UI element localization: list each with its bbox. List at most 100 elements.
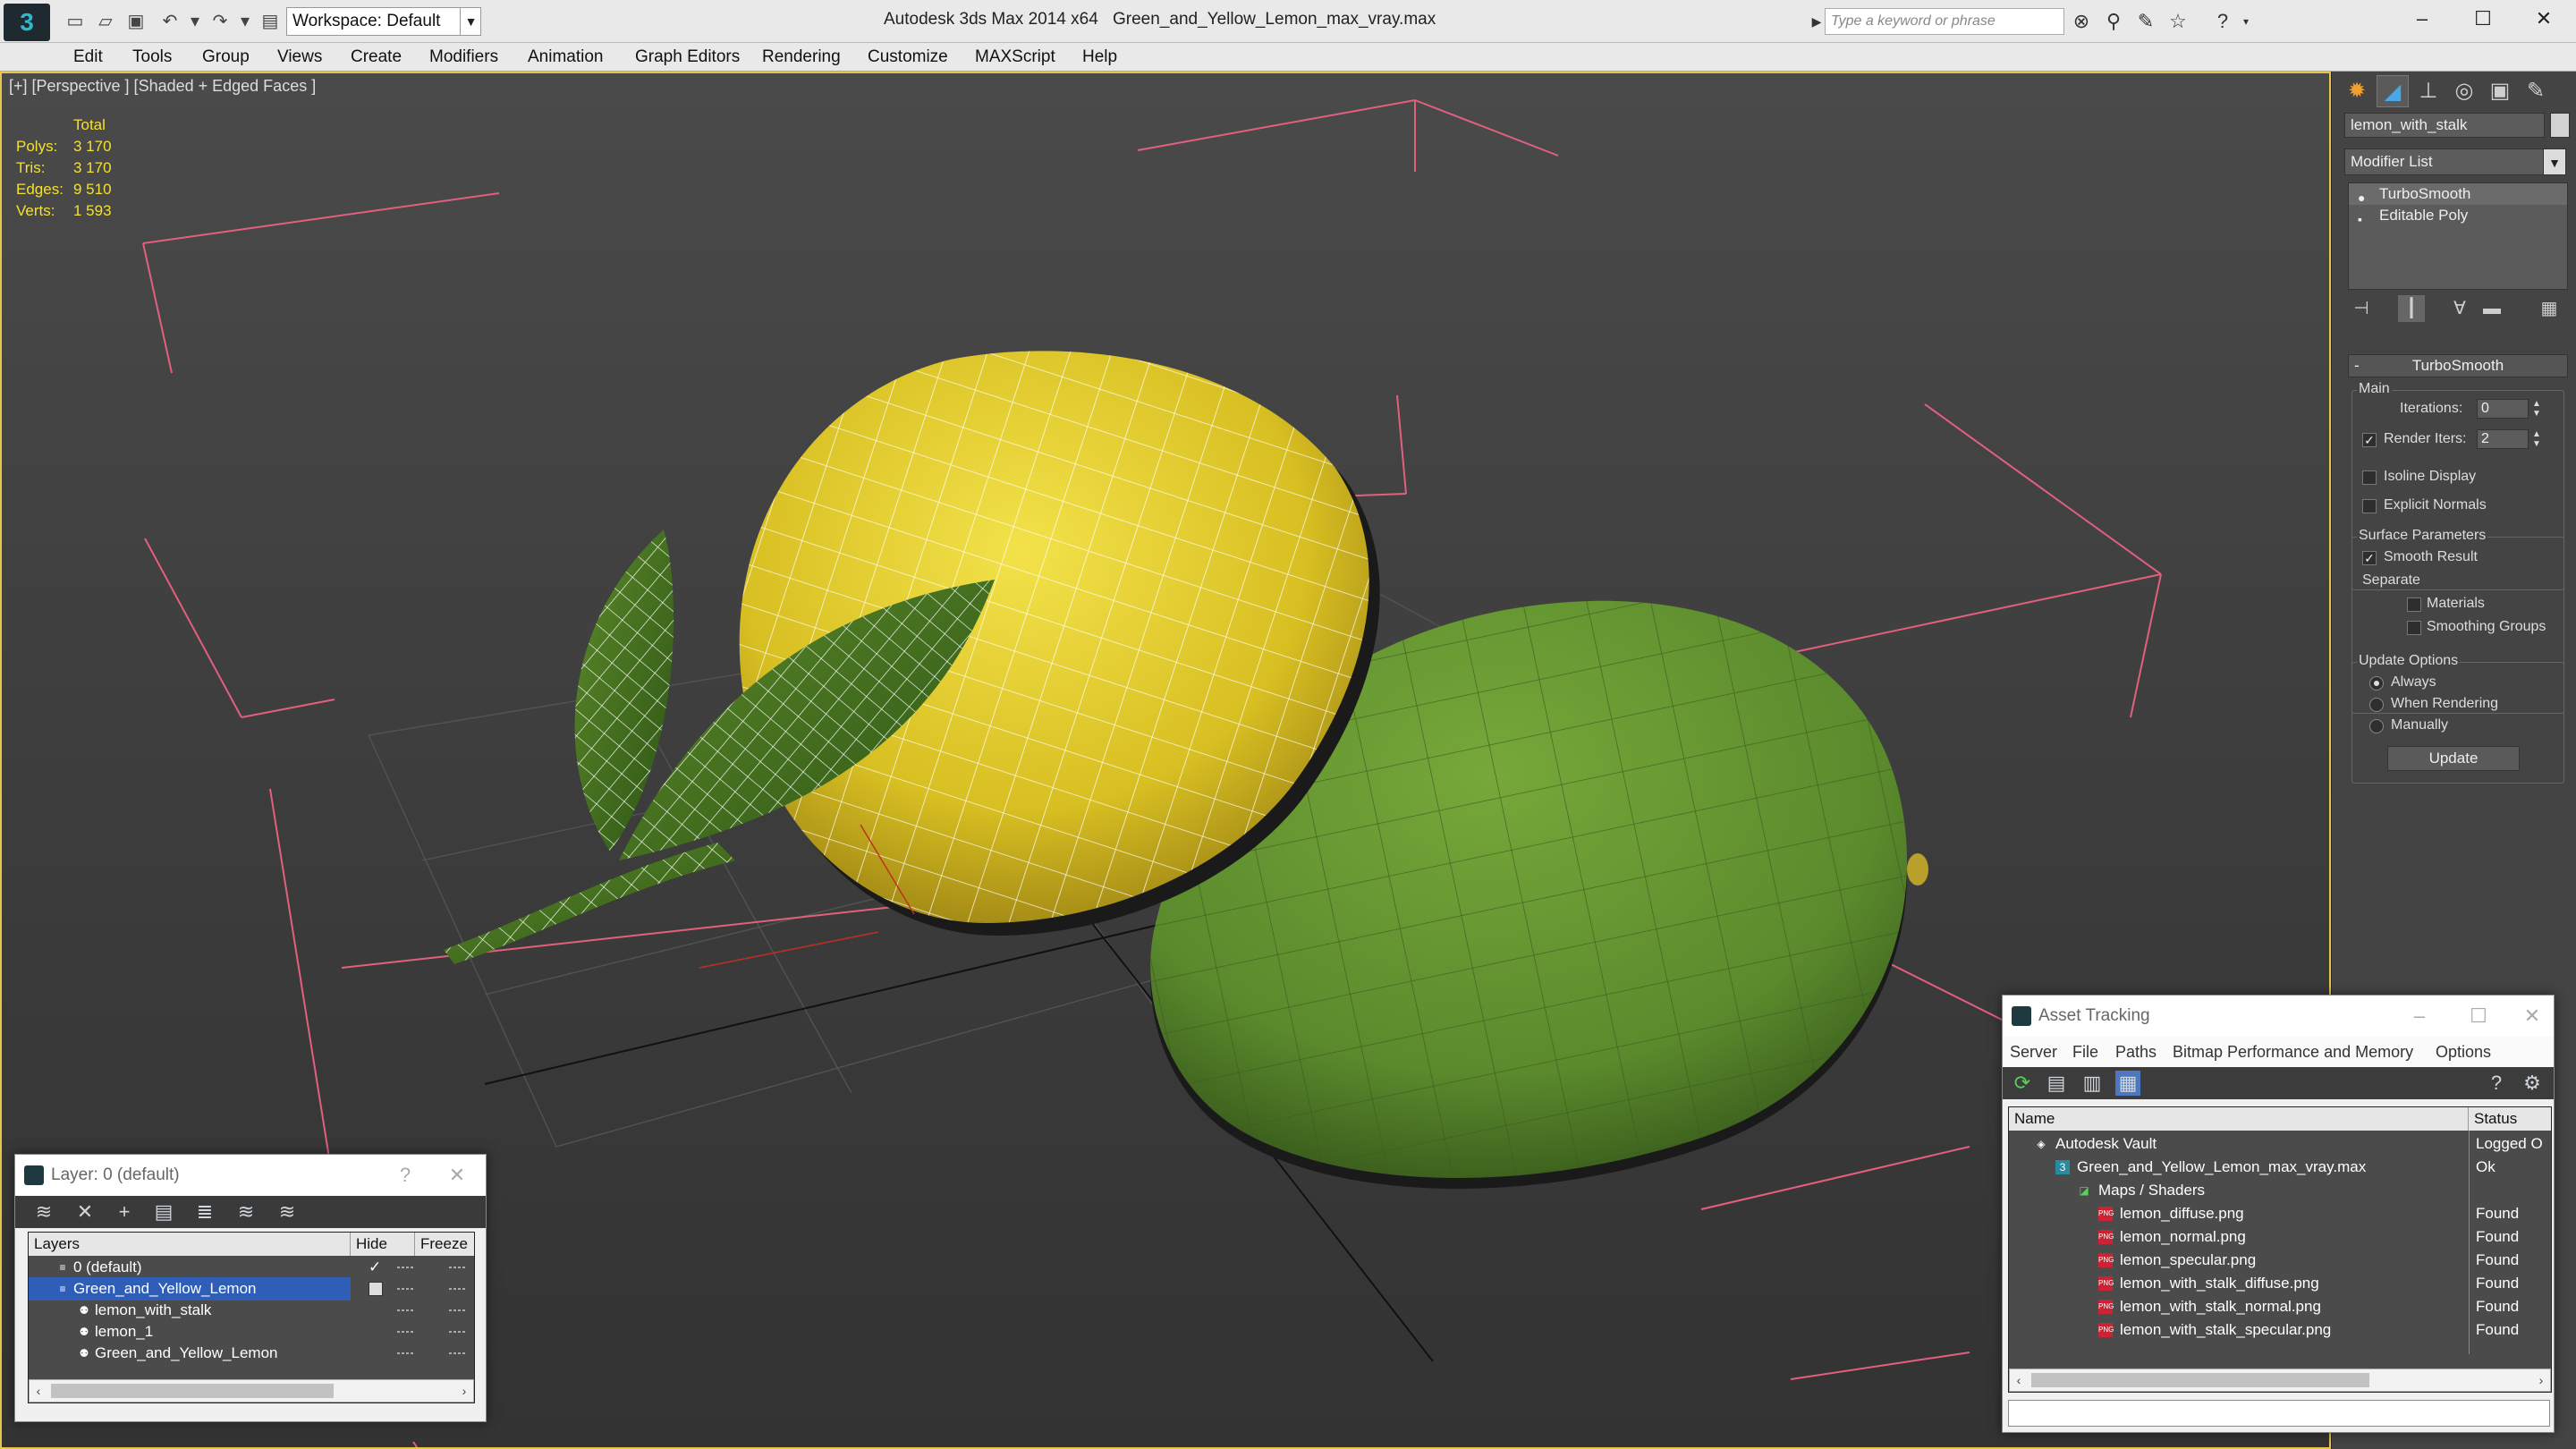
menu-animation[interactable]: Animation	[528, 43, 604, 72]
menu-graph-editors[interactable]: Graph Editors	[635, 43, 740, 72]
scroll-thumb[interactable]	[51, 1384, 334, 1398]
modifier-list-arrow-icon[interactable]: ▼	[2543, 148, 2566, 175]
hide-toggle[interactable]	[397, 1331, 415, 1333]
expand-plus-icon[interactable]: ▪	[2358, 208, 2362, 230]
project-folder-icon[interactable]: ▤	[258, 9, 283, 34]
isoline-display-checkbox[interactable]	[2362, 470, 2377, 485]
menu-edit[interactable]: Edit	[73, 43, 103, 72]
search-input[interactable]: Type a keyword or phrase	[1825, 8, 2064, 35]
new-file-icon[interactable]: ▭	[63, 9, 88, 34]
manually-radio[interactable]	[2369, 719, 2384, 733]
turbosmooth-rollout[interactable]: - TurboSmooth	[2348, 354, 2568, 377]
always-radio[interactable]	[2369, 676, 2384, 691]
layer-horizontal-scrollbar[interactable]: ‹ ›	[29, 1379, 474, 1402]
communication-icon[interactable]: ✎	[2132, 9, 2159, 34]
close-button[interactable]: ✕	[2515, 0, 2572, 39]
status-column-header[interactable]: Status	[2469, 1107, 2551, 1131]
menu-create[interactable]: Create	[351, 43, 402, 72]
asset-path-field[interactable]	[2008, 1400, 2550, 1427]
undo-dropdown-icon[interactable]: ▾	[182, 9, 208, 34]
stack-item-editable-poly[interactable]: ▪ Editable Poly	[2349, 205, 2567, 226]
hide-column-header[interactable]: Hide	[351, 1233, 415, 1256]
asset-menu-options[interactable]: Options	[2436, 1037, 2491, 1067]
current-layer-check-icon[interactable]: ✓	[369, 1256, 381, 1279]
freeze-toggle[interactable]	[449, 1309, 467, 1311]
redo-dropdown-icon[interactable]: ▾	[233, 9, 258, 34]
layer-row[interactable]: ⚉ Green_and_Yellow_Lemon	[29, 1342, 474, 1365]
asset-row[interactable]: PNG lemon_with_stalk_normal.png Found	[2009, 1295, 2551, 1318]
modifier-list-dropdown[interactable]: Modifier List	[2344, 148, 2559, 175]
layers-column-header[interactable]: Layers	[29, 1233, 351, 1256]
layer-help-button[interactable]: ?	[384, 1155, 427, 1196]
freeze-toggle[interactable]	[449, 1267, 467, 1268]
layer-row[interactable]: ≡ 0 (default) ✓	[29, 1256, 474, 1279]
open-file-icon[interactable]: ▱	[93, 9, 118, 34]
maximize-button[interactable]: ☐	[2454, 0, 2512, 39]
hide-toggle[interactable]	[397, 1352, 415, 1354]
smoothing-groups-checkbox[interactable]	[2407, 621, 2421, 635]
select-objects-icon[interactable]: ▤	[151, 1199, 176, 1224]
layer-row[interactable]: ⚉ lemon_with_stalk	[29, 1299, 474, 1322]
render-iters-spinner-icon[interactable]: ▲ ▼	[2530, 429, 2543, 449]
subscription-icon[interactable]: ⚲	[2100, 9, 2127, 34]
asset-menu-file[interactable]: File	[2072, 1037, 2098, 1067]
undo-icon[interactable]: ↶	[157, 9, 182, 34]
menu-maxscript[interactable]: MAXScript	[975, 43, 1055, 72]
when-rendering-radio[interactable]	[2369, 698, 2384, 712]
binoculars-icon[interactable]: ⊗	[2068, 9, 2095, 34]
display-tab-icon[interactable]: ▣	[2484, 75, 2516, 107]
asset-row[interactable]: ◈ Autodesk Vault Logged O	[2009, 1132, 2551, 1156]
stack-item-turbosmooth[interactable]: ● TurboSmooth	[2349, 183, 2567, 205]
name-column-header[interactable]: Name	[2009, 1107, 2469, 1131]
help-icon[interactable]: ?	[2484, 1071, 2509, 1096]
object-name-field[interactable]: lemon_with_stalk	[2344, 113, 2545, 138]
hide-toggle[interactable]	[397, 1288, 415, 1290]
scroll-right-icon[interactable]: ›	[455, 1380, 473, 1402]
utilities-tab-icon[interactable]: ✎	[2520, 75, 2552, 107]
menu-customize[interactable]: Customize	[868, 43, 948, 72]
materials-checkbox[interactable]	[2407, 597, 2421, 612]
motion-tab-icon[interactable]: ◎	[2448, 75, 2480, 107]
asset-horizontal-scrollbar[interactable]: ‹ ›	[2009, 1368, 2551, 1392]
asset-row[interactable]: PNG lemon_normal.png Found	[2009, 1225, 2551, 1249]
freeze-toggle[interactable]	[449, 1352, 467, 1354]
freeze-column-header[interactable]: Freeze	[415, 1233, 474, 1256]
layer-row[interactable]: ≡ Green_and_Yellow_Lemon	[29, 1277, 351, 1301]
menu-views[interactable]: Views	[277, 43, 322, 72]
iterations-spinner-icon[interactable]: ▲ ▼	[2530, 399, 2543, 419]
asset-row[interactable]: PNG lemon_with_stalk_diffuse.png Found	[2009, 1272, 2551, 1295]
asset-row[interactable]: PNG lemon_with_stalk_specular.png Found	[2009, 1318, 2551, 1342]
remove-modifier-icon[interactable]: ▬	[2479, 295, 2505, 322]
scroll-thumb[interactable]	[2031, 1373, 2369, 1387]
hide-toggle[interactable]	[397, 1309, 415, 1311]
hierarchy-tab-icon[interactable]: ⊥	[2412, 75, 2445, 107]
tree-view-icon[interactable]: ▥	[2080, 1071, 2105, 1096]
workspace-dropdown-icon[interactable]: ▼	[460, 7, 481, 36]
modify-tab-icon[interactable]: ◢	[2377, 75, 2409, 107]
render-iters-input[interactable]: 2	[2477, 429, 2529, 449]
asset-minimize-button[interactable]: –	[2398, 996, 2441, 1037]
asset-menu-server[interactable]: Server	[2010, 1037, 2057, 1067]
asset-row[interactable]: ◪ Maps / Shaders	[2009, 1179, 2551, 1202]
menu-rendering[interactable]: Rendering	[762, 43, 841, 72]
viewport-label[interactable]: [+] [Perspective ] [Shaded + Edged Faces…	[9, 77, 316, 96]
pin-stack-icon[interactable]: ⊣	[2348, 295, 2375, 322]
asset-row[interactable]: PNG lemon_diffuse.png Found	[2009, 1202, 2551, 1225]
object-color-swatch[interactable]	[2550, 113, 2570, 138]
favorites-star-icon[interactable]: ☆	[2165, 9, 2191, 34]
make-unique-icon[interactable]: ∀	[2446, 295, 2473, 322]
asset-row[interactable]: 3 Green_and_Yellow_Lemon_max_vray.max Ok	[2009, 1156, 2551, 1179]
configure-sets-icon[interactable]: ▦	[2536, 295, 2563, 322]
explicit-normals-checkbox[interactable]	[2362, 499, 2377, 513]
redo-icon[interactable]: ↷	[208, 9, 233, 34]
refresh-icon[interactable]: ⟳	[2010, 1071, 2035, 1096]
menu-help[interactable]: Help	[1082, 43, 1117, 72]
settings-icon[interactable]: ⚙	[2520, 1071, 2545, 1096]
layer-close-button[interactable]: ✕	[436, 1155, 479, 1196]
scroll-left-icon[interactable]: ‹	[2010, 1369, 2028, 1391]
add-layer-icon[interactable]: +	[112, 1199, 137, 1224]
smooth-result-checkbox[interactable]: ✓	[2362, 551, 2377, 565]
delete-layer-icon[interactable]: ✕	[72, 1199, 97, 1224]
asset-row[interactable]: PNG lemon_specular.png Found	[2009, 1249, 2551, 1272]
iterations-input[interactable]: 0	[2477, 399, 2529, 419]
